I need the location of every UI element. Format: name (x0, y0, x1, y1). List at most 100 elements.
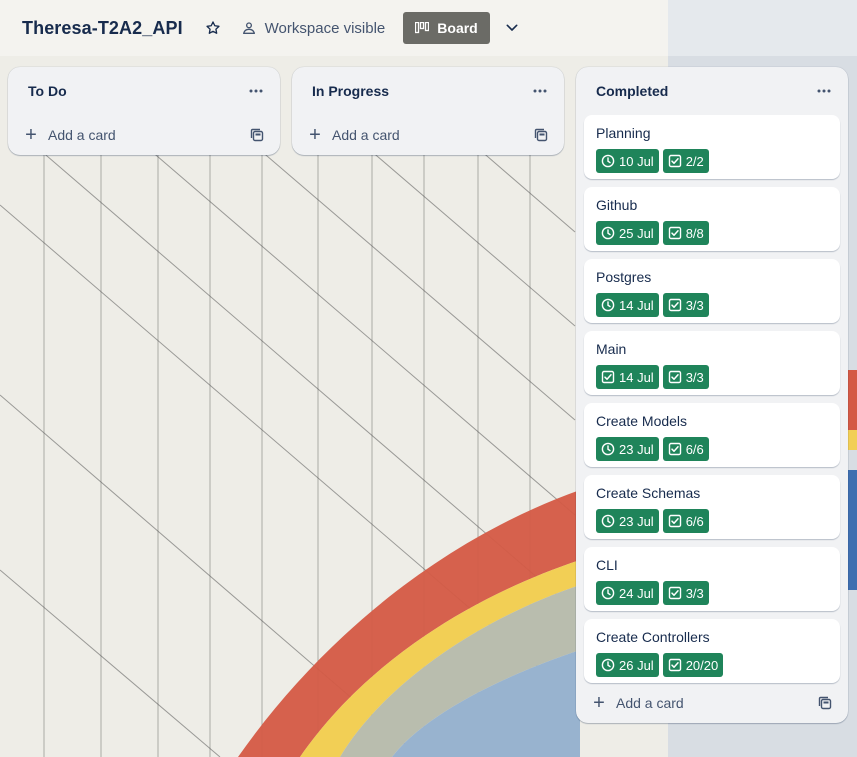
clock-icon (601, 586, 615, 600)
add-card-button[interactable]: + Add a card (24, 124, 116, 146)
checklist-badge: 20/20 (662, 653, 724, 677)
checklist-icon (668, 514, 681, 528)
due-date-text: 23 Jul (619, 441, 654, 457)
card-badges: 26 Jul 20/20 (596, 653, 828, 677)
list-title[interactable]: To Do (28, 83, 67, 99)
list-menu-button[interactable] (244, 79, 268, 103)
list-footer: + Add a card (8, 115, 280, 155)
board-view-label: Board (437, 20, 478, 36)
clock-icon (601, 658, 615, 672)
card-title: Main (596, 341, 627, 357)
views-dropdown-button[interactable] (502, 18, 522, 38)
card-badges: 25 Jul 8/8 (596, 221, 828, 245)
board-header: Theresa-T2A2_API Workspace visible Board (0, 0, 857, 56)
clock-icon (601, 514, 615, 528)
due-date-badge[interactable]: 24 Jul (596, 581, 659, 605)
due-date-badge[interactable]: 23 Jul (596, 437, 659, 461)
due-date-text: 23 Jul (619, 513, 654, 529)
template-icon (250, 128, 264, 142)
add-card-label: Add a card (616, 695, 684, 711)
due-date-text: 14 Jul (619, 369, 654, 385)
checklist-icon (668, 298, 681, 312)
due-date-badge[interactable]: 25 Jul (596, 221, 659, 245)
list-title[interactable]: Completed (596, 83, 668, 99)
add-card-label: Add a card (48, 127, 116, 143)
due-date-badge[interactable]: 10 Jul (596, 149, 659, 173)
checklist-badge: 3/3 (662, 365, 709, 389)
list-header: Completed (576, 67, 848, 115)
checklist-icon (668, 658, 681, 672)
checklist-badge: 6/6 (662, 509, 709, 533)
due-date-badge[interactable]: 23 Jul (596, 509, 659, 533)
card-title: Create Controllers (596, 629, 710, 645)
template-icon (818, 696, 832, 710)
checklist-icon (668, 226, 681, 240)
due-date-text: 26 Jul (619, 657, 654, 673)
star-board-button[interactable] (203, 18, 223, 38)
checklist-count: 6/6 (685, 513, 704, 529)
create-from-template-button[interactable] (248, 126, 266, 144)
card-title: Postgres (596, 269, 652, 285)
checklist-icon (668, 370, 681, 384)
due-date-badge[interactable]: 26 Jul (596, 653, 659, 677)
list-todo: To Do + Add a card (8, 67, 280, 155)
chevron-down-icon (506, 24, 518, 31)
due-date-badge[interactable]: 14 Jul (596, 293, 659, 317)
clock-icon (601, 298, 615, 312)
card-badges: 23 Jul 6/6 (596, 437, 828, 461)
due-date-text: 14 Jul (619, 297, 654, 313)
template-icon (534, 128, 548, 142)
card-badges: 24 Jul 3/3 (596, 581, 828, 605)
due-date-badge[interactable]: 14 Jul (596, 365, 659, 389)
checklist-count: 3/3 (685, 297, 704, 313)
checklist-icon (668, 586, 681, 600)
card[interactable]: Planning 10 Jul 2/2 (584, 115, 840, 179)
card-list: Planning 10 Jul 2/2 Github 25 Jul 8/8 Po… (576, 115, 848, 683)
list-in-progress: In Progress + Add a card (292, 67, 564, 155)
card[interactable]: Create Models 23 Jul 6/6 (584, 403, 840, 467)
checklist-badge: 3/3 (662, 293, 709, 317)
card[interactable]: CLI 24 Jul 3/3 (584, 547, 840, 611)
card[interactable]: Create Schemas 23 Jul 6/6 (584, 475, 840, 539)
checklist-badge: 8/8 (662, 221, 709, 245)
board-view-button[interactable]: Board (403, 12, 490, 44)
create-from-template-button[interactable] (816, 694, 834, 712)
card-title: Planning (596, 125, 651, 141)
list-menu-button[interactable] (528, 79, 552, 103)
list-menu-button[interactable] (812, 79, 836, 103)
list-title[interactable]: In Progress (312, 83, 389, 99)
plus-icon: + (593, 692, 605, 714)
list-header: To Do (8, 67, 280, 115)
add-card-label: Add a card (332, 127, 400, 143)
checklist-badge: 3/3 (662, 581, 709, 605)
checklist-count: 20/20 (685, 657, 719, 673)
create-from-template-button[interactable] (532, 126, 550, 144)
more-icon (533, 89, 547, 93)
list-footer: + Add a card (292, 115, 564, 155)
card-title: Create Models (596, 413, 688, 429)
checklist-badge: 2/2 (662, 149, 709, 173)
due-date-text: 25 Jul (619, 225, 654, 241)
workspace-icon (242, 22, 255, 34)
more-icon (249, 89, 263, 93)
checklist-count: 3/3 (685, 585, 704, 601)
board-title[interactable]: Theresa-T2A2_API (22, 18, 183, 39)
board-icon (415, 22, 430, 34)
checklist-count: 6/6 (685, 441, 704, 457)
list-header: In Progress (292, 67, 564, 115)
checklist-count: 2/2 (685, 153, 704, 169)
card[interactable]: Postgres 14 Jul 3/3 (584, 259, 840, 323)
card-title: CLI (596, 557, 618, 573)
star-icon (206, 21, 220, 34)
add-card-button[interactable]: + Add a card (308, 125, 400, 145)
card[interactable]: Github 25 Jul 8/8 (584, 187, 840, 251)
plus-icon: + (25, 124, 37, 146)
add-card-button[interactable]: + Add a card (592, 692, 684, 714)
card[interactable]: Main 14 Jul 3/3 (584, 331, 840, 395)
checklist-count: 3/3 (685, 369, 704, 385)
checklist-badge: 6/6 (662, 437, 709, 461)
visibility-button[interactable]: Workspace visible (237, 14, 390, 43)
checklist-count: 8/8 (685, 225, 704, 241)
card[interactable]: Create Controllers 26 Jul 20/20 (584, 619, 840, 683)
clock-icon (601, 226, 615, 240)
